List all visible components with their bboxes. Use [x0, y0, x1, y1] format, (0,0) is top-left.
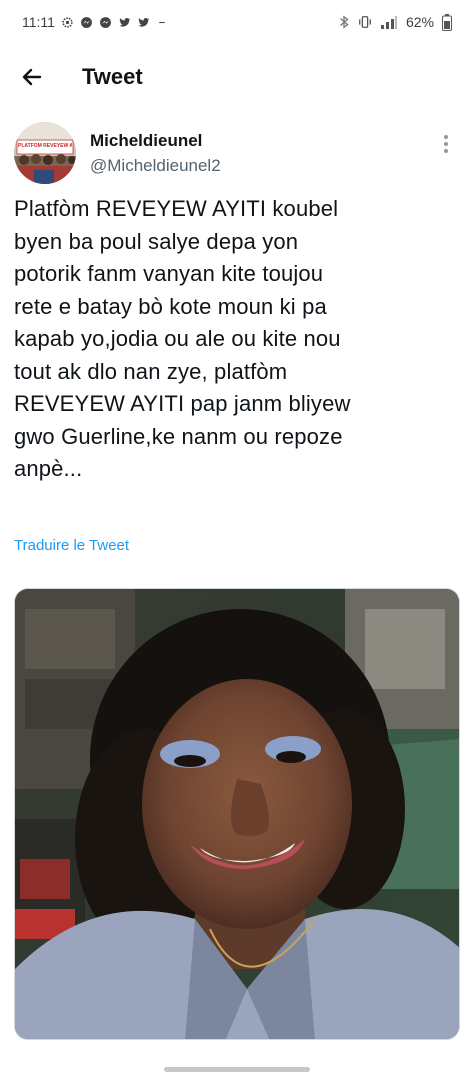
status-right: 62% — [338, 13, 452, 31]
battery-icon — [442, 13, 452, 31]
avatar-banner-text: PLATFÒM REVEYEW AYITI — [18, 143, 72, 149]
tweet-photo[interactable] — [14, 588, 460, 1040]
more-dot — [444, 135, 448, 139]
status-bar: 11:11 62% — [0, 0, 474, 44]
avatar-image — [14, 122, 76, 184]
bluetooth-icon — [340, 15, 349, 29]
battery-percent: 62% — [405, 14, 434, 30]
more-dot — [444, 149, 448, 153]
author-handle[interactable]: @Micheldieunel2 — [90, 155, 221, 177]
back-button[interactable] — [12, 57, 52, 97]
minus-icon — [159, 21, 165, 23]
twitter-icon — [138, 17, 150, 27]
author-names: Micheldieunel @Micheldieunel2 — [90, 130, 221, 177]
more-options-button[interactable] — [436, 132, 456, 156]
author-display-name[interactable]: Micheldieunel — [90, 130, 221, 152]
twitter-icon — [119, 17, 131, 27]
header-bar: Tweet — [0, 52, 474, 102]
photo-woman-smiling — [15, 589, 459, 1039]
arrow-left-icon — [22, 68, 42, 86]
more-dot — [444, 142, 448, 146]
page-title: Tweet — [82, 64, 143, 89]
signal-icon — [380, 16, 397, 29]
home-indicator[interactable] — [164, 1067, 310, 1072]
messenger-icon — [100, 16, 111, 28]
tweet-text: Platfòm REVEYEW AYITI koubel byen ba pou… — [14, 196, 351, 481]
avatar[interactable]: PLATFÒM REVEYEW AYITI — [14, 122, 76, 184]
status-time: 11:11 — [22, 14, 55, 30]
translate-tweet-link[interactable]: Traduire le Tweet — [14, 537, 129, 554]
status-left: 11:11 — [22, 14, 169, 30]
settings-icon — [62, 16, 73, 28]
messenger-icon — [81, 16, 92, 28]
tweet-author: PLATFÒM REVEYEW AYITI Micheldieunel @Mic… — [14, 122, 460, 188]
vibrate-icon — [359, 16, 371, 28]
